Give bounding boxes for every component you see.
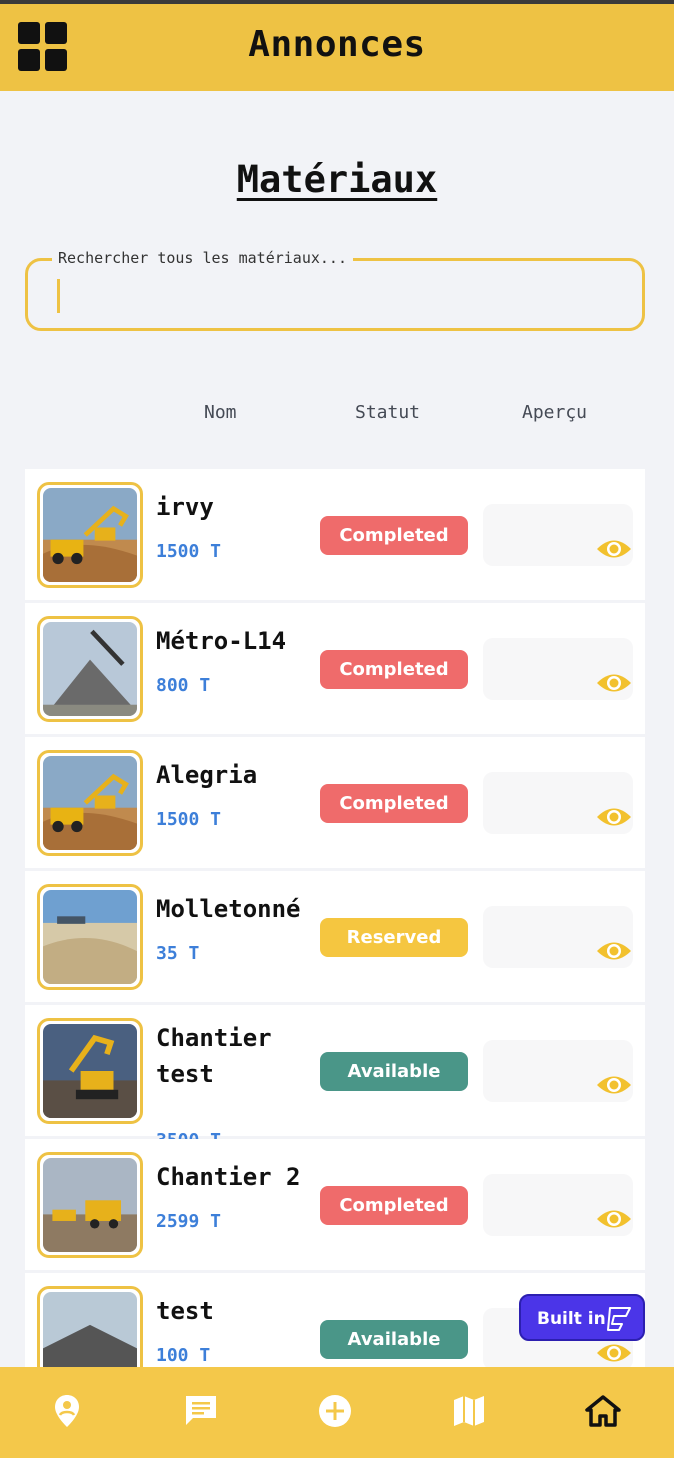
preview-button[interactable] (483, 504, 633, 566)
column-header-preview: Aperçu (522, 402, 588, 423)
list-item[interactable]: Molletonné 35 T Reserved (25, 871, 645, 1002)
column-header-name: Nom (204, 402, 237, 423)
material-image-excavator-truck (43, 756, 137, 850)
material-thumbnail (37, 616, 143, 722)
material-image-sand-quarry (43, 890, 137, 984)
material-quantity: 800 T (156, 675, 211, 696)
material-thumbnail (37, 482, 143, 588)
material-quantity: 35 T (156, 943, 200, 964)
material-quantity: 1500 T (156, 809, 222, 830)
search-label: Rechercher tous les matériaux... (52, 249, 353, 267)
page-title: Annonces (248, 24, 426, 65)
builder-logo-icon (607, 1307, 631, 1331)
material-name: Alegria (156, 761, 258, 789)
list-item[interactable]: Alegria 1500 T Completed (25, 737, 645, 868)
status-badge: Completed (320, 784, 468, 823)
location-pin-icon[interactable] (47, 1391, 87, 1431)
material-thumbnail (37, 750, 143, 856)
window-edge (0, 0, 674, 4)
search-field[interactable]: Rechercher tous les matériaux... (25, 249, 645, 331)
list-item[interactable]: Chantier test3500 TAvailable (25, 1005, 645, 1151)
material-thumbnail (37, 884, 143, 990)
status-badge: Reserved (320, 918, 468, 957)
preview-button[interactable] (483, 1174, 633, 1236)
status-badge: Completed (320, 516, 468, 555)
list-item[interactable]: Chantier 2 2599 T Completed (25, 1139, 645, 1270)
material-thumbnail (37, 1152, 143, 1258)
material-name: Chantier test (156, 1024, 272, 1088)
built-in-label: Built in (537, 1309, 606, 1329)
material-image-excavator-truck (43, 488, 137, 582)
search-input[interactable] (64, 271, 624, 319)
chat-icon[interactable] (181, 1391, 221, 1431)
preview-button[interactable] (483, 772, 633, 834)
add-circle-icon[interactable] (315, 1391, 355, 1431)
list-item[interactable]: irvy 1500 T Completed (25, 469, 645, 600)
preview-button[interactable] (483, 638, 633, 700)
material-image-construction-site (43, 1158, 137, 1252)
text-caret (57, 279, 60, 313)
material-quantity: 2599 T (156, 1211, 222, 1232)
material-thumbnail (37, 1018, 143, 1124)
bottom-nav (0, 1367, 674, 1458)
material-name: test (156, 1297, 214, 1325)
status-badge: Available (320, 1320, 468, 1359)
built-in-badge[interactable]: Built in (519, 1294, 645, 1341)
section-title: Matériaux (236, 158, 438, 201)
status-badge: Available (320, 1052, 468, 1091)
preview-button[interactable] (483, 906, 633, 968)
material-name: irvy (156, 493, 214, 521)
material-name: Métro-L14 (156, 627, 287, 655)
map-icon[interactable] (449, 1391, 489, 1431)
material-image-gravel-conveyor (43, 622, 137, 716)
material-name: Chantier 2 (156, 1163, 301, 1191)
app-header: Annonces (0, 0, 674, 91)
status-badge: Completed (320, 650, 468, 689)
status-badge: Completed (320, 1186, 468, 1225)
material-quantity: 1500 T (156, 541, 222, 562)
column-header-status: Statut (355, 402, 421, 423)
material-name: Molletonné (156, 895, 301, 923)
material-image-excavator-dramatic (43, 1024, 137, 1118)
material-quantity: 100 T (156, 1345, 211, 1366)
preview-button[interactable] (483, 1040, 633, 1102)
home-icon[interactable] (583, 1391, 623, 1431)
list-item[interactable]: Métro-L14 800 T Completed (25, 603, 645, 734)
